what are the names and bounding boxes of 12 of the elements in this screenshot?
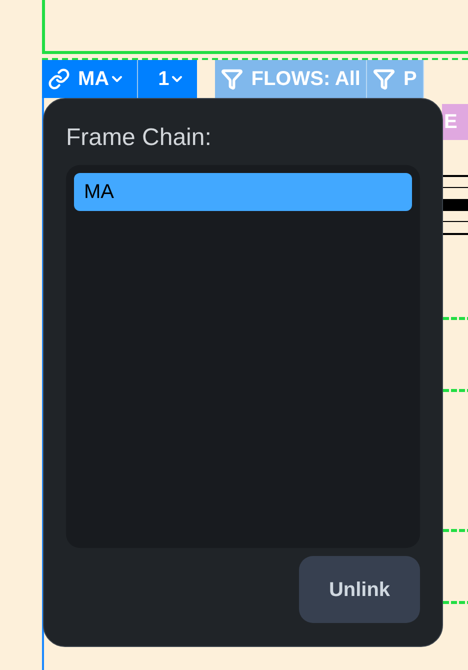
filter-button[interactable]: P <box>367 60 424 98</box>
filter-icon <box>373 68 396 90</box>
frame-list-item[interactable]: MA <box>74 173 412 211</box>
link-icon <box>48 68 70 90</box>
popover-title: Frame Chain: <box>66 123 212 153</box>
filter-button[interactable]: FLOWS: All <box>215 60 368 98</box>
frame-button[interactable]: 1 <box>138 60 198 98</box>
unlink-button[interactable]: Unlink <box>299 556 420 623</box>
tag-label: E <box>444 111 458 133</box>
filter-icon <box>221 68 244 90</box>
lines-drawing <box>443 175 468 235</box>
link-chain-button[interactable]: MA <box>42 60 138 98</box>
